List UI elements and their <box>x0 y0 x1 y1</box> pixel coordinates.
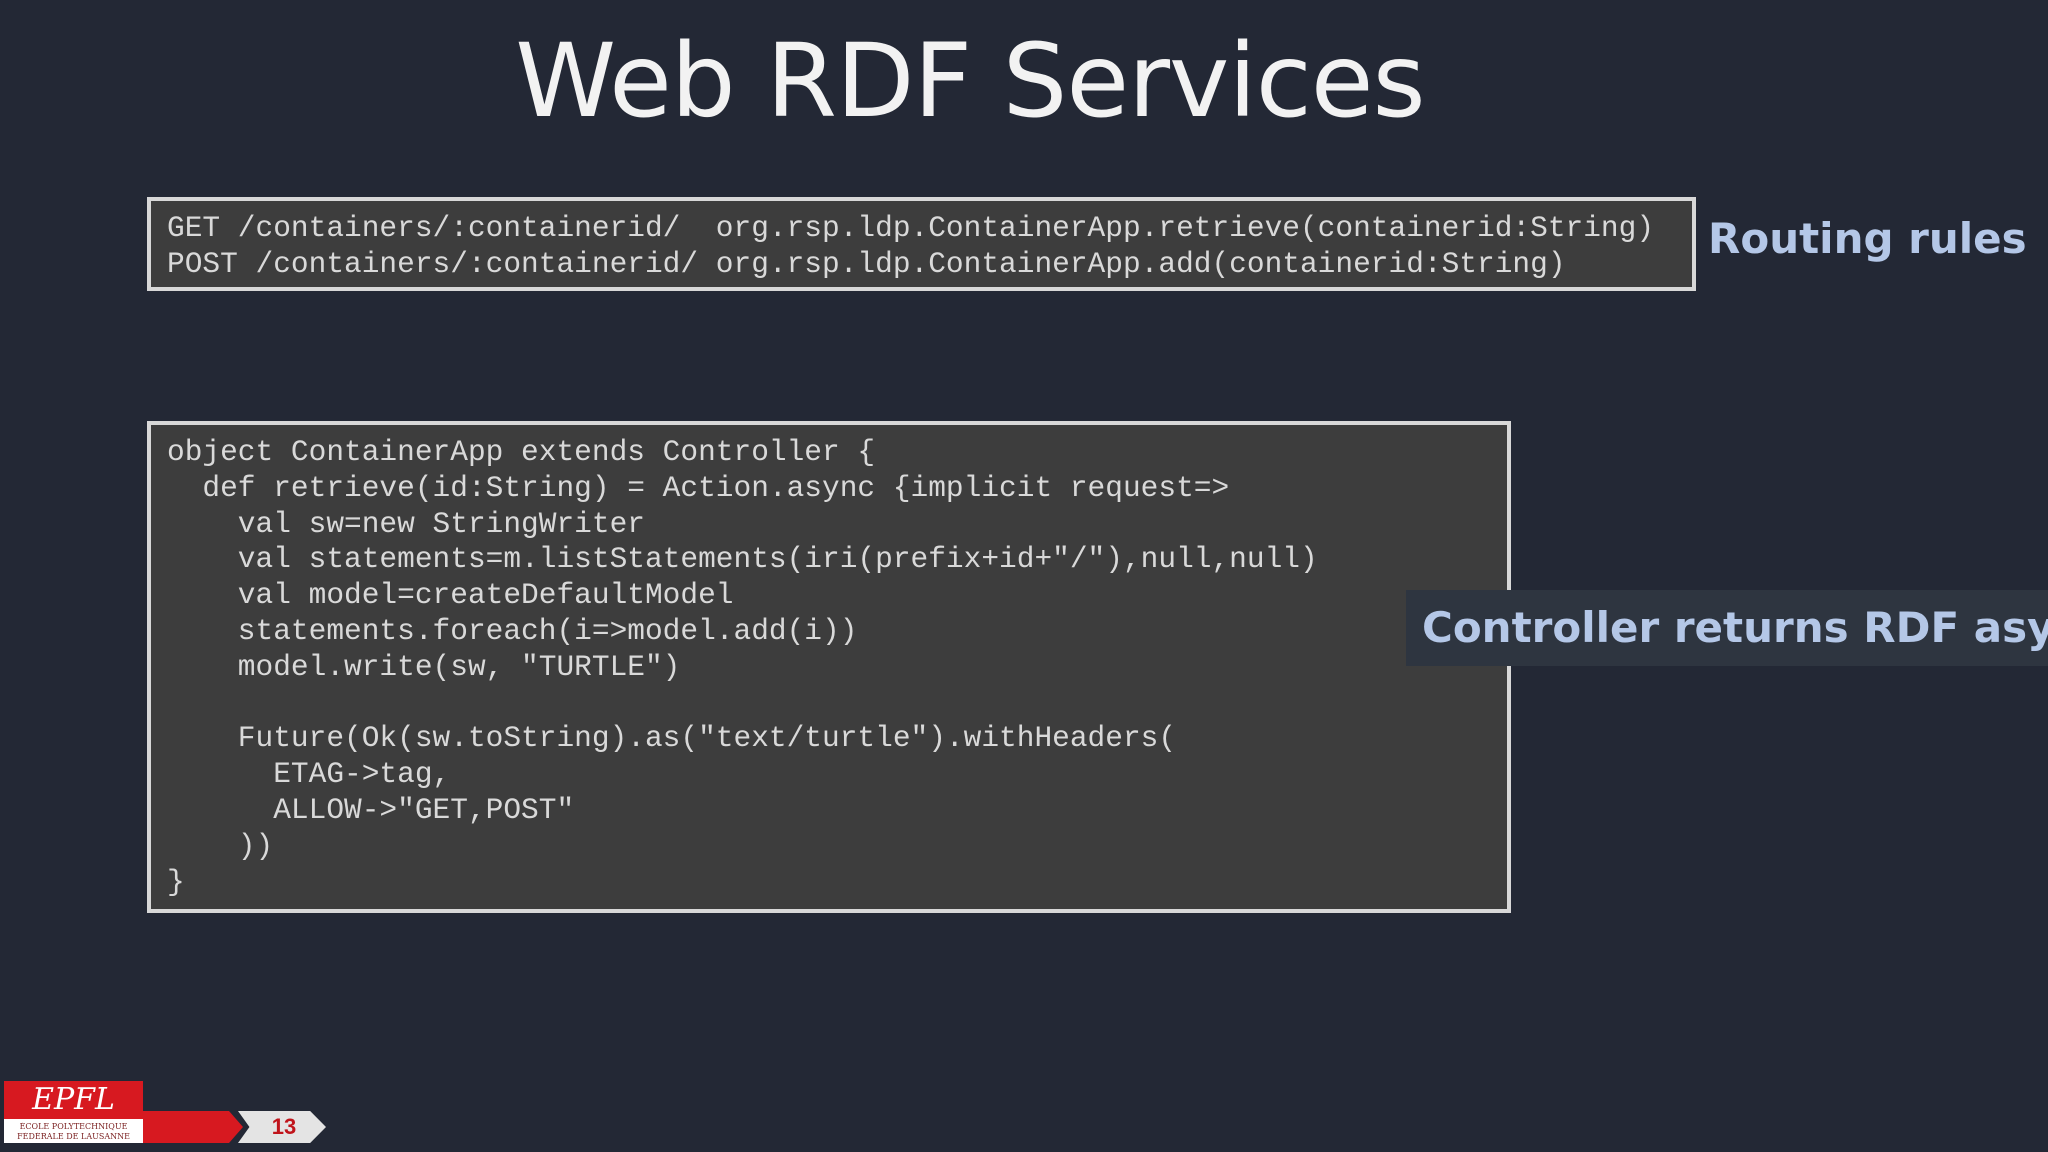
code-line: val model=createDefaultModel <box>167 578 734 613</box>
code-line: val sw=new StringWriter <box>167 506 645 541</box>
epfl-logo-mark: EPFL <box>32 1082 115 1117</box>
epfl-logo: EPFL ÉCOLE POLYTECHNIQUE FÉDÉRALE DE LAU… <box>4 1081 143 1143</box>
page-number: 13 <box>271 1114 297 1139</box>
code-line: ALLOW->"GET,POST" <box>167 792 575 827</box>
code-line: Future(Ok(sw.toString).as("text/turtle")… <box>167 721 1177 756</box>
code-line: val statements=m.listStatements(iri(pref… <box>167 542 1318 577</box>
epfl-logo-line: ÉCOLE POLYTECHNIQUE <box>19 1122 128 1131</box>
code-line: def retrieve(id:String) = Action.async {… <box>167 470 1230 505</box>
code-line: statements.foreach(i=>model.add(i)) <box>167 613 858 648</box>
footer-arrow-decoration <box>143 1111 243 1143</box>
routing-rules-callout: Routing rules <box>1708 214 2027 263</box>
epfl-logo-line: FÉDÉRALE DE LAUSANNE <box>17 1132 130 1141</box>
code-line: object ContainerApp extends Controller { <box>167 435 876 469</box>
code-line: GET /containers/:containerid/ org.rsp.ld… <box>167 211 1655 245</box>
code-line: } <box>167 864 185 899</box>
controller-code-box: object ContainerApp extends Controller {… <box>147 421 1511 913</box>
slide-title: Web RDF Services <box>515 22 1425 141</box>
code-line: ETAG->tag, <box>167 757 451 792</box>
routing-rules-code-box: GET /containers/:containerid/ org.rsp.ld… <box>147 197 1696 291</box>
code-line: )) <box>167 828 274 863</box>
code-line: model.write(sw, "TURTLE") <box>167 649 681 684</box>
controller-callout: Controller returns RDF async <box>1406 590 2048 666</box>
code-line: POST /containers/:containerid/ org.rsp.l… <box>167 246 1566 281</box>
